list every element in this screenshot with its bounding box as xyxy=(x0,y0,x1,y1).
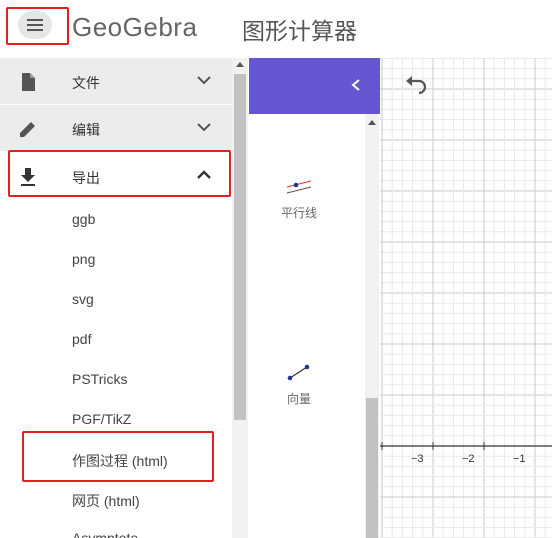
tool-vector[interactable]: 向量 xyxy=(249,362,349,407)
tool-label: 向量 xyxy=(286,392,311,406)
export-option-pstricks[interactable]: PSTricks xyxy=(72,371,127,387)
scroll-up-arrow-icon[interactable] xyxy=(236,62,244,67)
main-menu: 文件 编辑 导出 ggb png svg pdf PSTricks PGF/Ti… xyxy=(0,58,232,538)
pencil-edit-icon xyxy=(20,122,35,137)
chevron-left-icon[interactable] xyxy=(349,76,363,94)
tool-panel-header xyxy=(249,58,380,114)
download-icon xyxy=(21,168,35,186)
chevron-up-icon xyxy=(197,170,211,179)
app-title: 图形计算器 xyxy=(242,18,357,44)
file-icon xyxy=(22,73,35,91)
export-option-ggb[interactable]: ggb xyxy=(72,211,95,227)
x-axis-tick-label: −1 xyxy=(513,453,526,465)
tool-panel-scrollbar-thumb[interactable] xyxy=(366,398,378,538)
export-option-webpage[interactable]: 网页 (html) xyxy=(72,491,140,511)
hamburger-menu-icon xyxy=(27,19,43,31)
coordinate-grid xyxy=(380,58,552,538)
undo-icon[interactable] xyxy=(404,76,428,94)
tool-panel: 平行线 向量 xyxy=(249,58,380,538)
export-option-pgf-tikz[interactable]: PGF/TikZ xyxy=(72,411,131,427)
x-axis-tick-label: −2 xyxy=(462,453,475,465)
export-option-asymptote[interactable]: Asymptote xyxy=(72,530,138,538)
chevron-down-icon xyxy=(197,123,211,132)
menu-item-label: 文件 xyxy=(72,75,100,91)
geogebra-logo: GeoGebra xyxy=(72,12,198,42)
menu-button[interactable] xyxy=(18,11,52,39)
parallel-line-icon xyxy=(286,180,312,194)
menu-item-label: 编辑 xyxy=(72,122,100,138)
tool-label: 平行线 xyxy=(280,206,317,220)
menu-item-file[interactable]: 文件 xyxy=(0,58,232,104)
chevron-down-icon xyxy=(197,76,211,85)
menu-item-edit[interactable]: 编辑 xyxy=(0,105,232,151)
tool-parallel-line[interactable]: 平行线 xyxy=(249,178,349,221)
export-option-pdf[interactable]: pdf xyxy=(72,331,91,347)
export-option-png[interactable]: png xyxy=(72,251,95,267)
export-option-svg[interactable]: svg xyxy=(72,291,94,307)
top-bar: GeoGebra 图形计算器 xyxy=(0,0,552,58)
menu-item-export[interactable]: 导出 xyxy=(0,153,232,199)
scroll-up-arrow-icon[interactable] xyxy=(368,120,376,125)
graphics-view[interactable] xyxy=(380,58,552,538)
export-option-construction-protocol[interactable]: 作图过程 (html) xyxy=(72,451,168,471)
menu-item-label: 导出 xyxy=(72,170,100,186)
x-axis-tick-label: −3 xyxy=(411,453,424,465)
vector-icon xyxy=(287,364,310,381)
menu-scrollbar-thumb[interactable] xyxy=(234,74,246,420)
